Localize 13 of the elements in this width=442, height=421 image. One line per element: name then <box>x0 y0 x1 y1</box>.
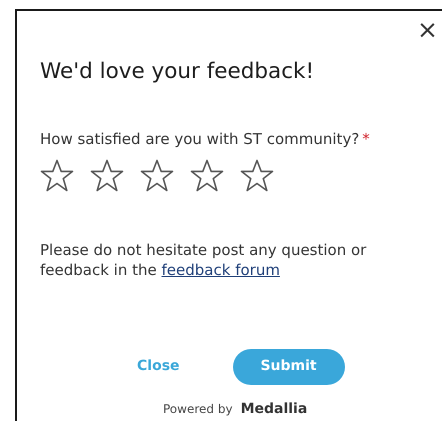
close-button[interactable]: × <box>413 13 442 47</box>
powered-by-text: Powered by <box>163 401 233 418</box>
star-icon[interactable] <box>240 159 274 193</box>
dialog-title: We'd love your feedback! <box>40 58 316 86</box>
star-icon[interactable] <box>190 159 224 193</box>
star-icon[interactable] <box>140 159 174 193</box>
required-mark: * <box>362 130 370 148</box>
question-label: How satisfied are you with ST community? <box>40 130 360 148</box>
star-icon[interactable] <box>40 159 74 193</box>
feedback-forum-link[interactable]: feedback forum <box>162 261 280 279</box>
star-icon[interactable] <box>90 159 124 193</box>
brand-name: Medallia <box>240 400 308 419</box>
info-paragraph: Please do not hesitate post any question or feedback in the feedback forum <box>40 240 368 280</box>
